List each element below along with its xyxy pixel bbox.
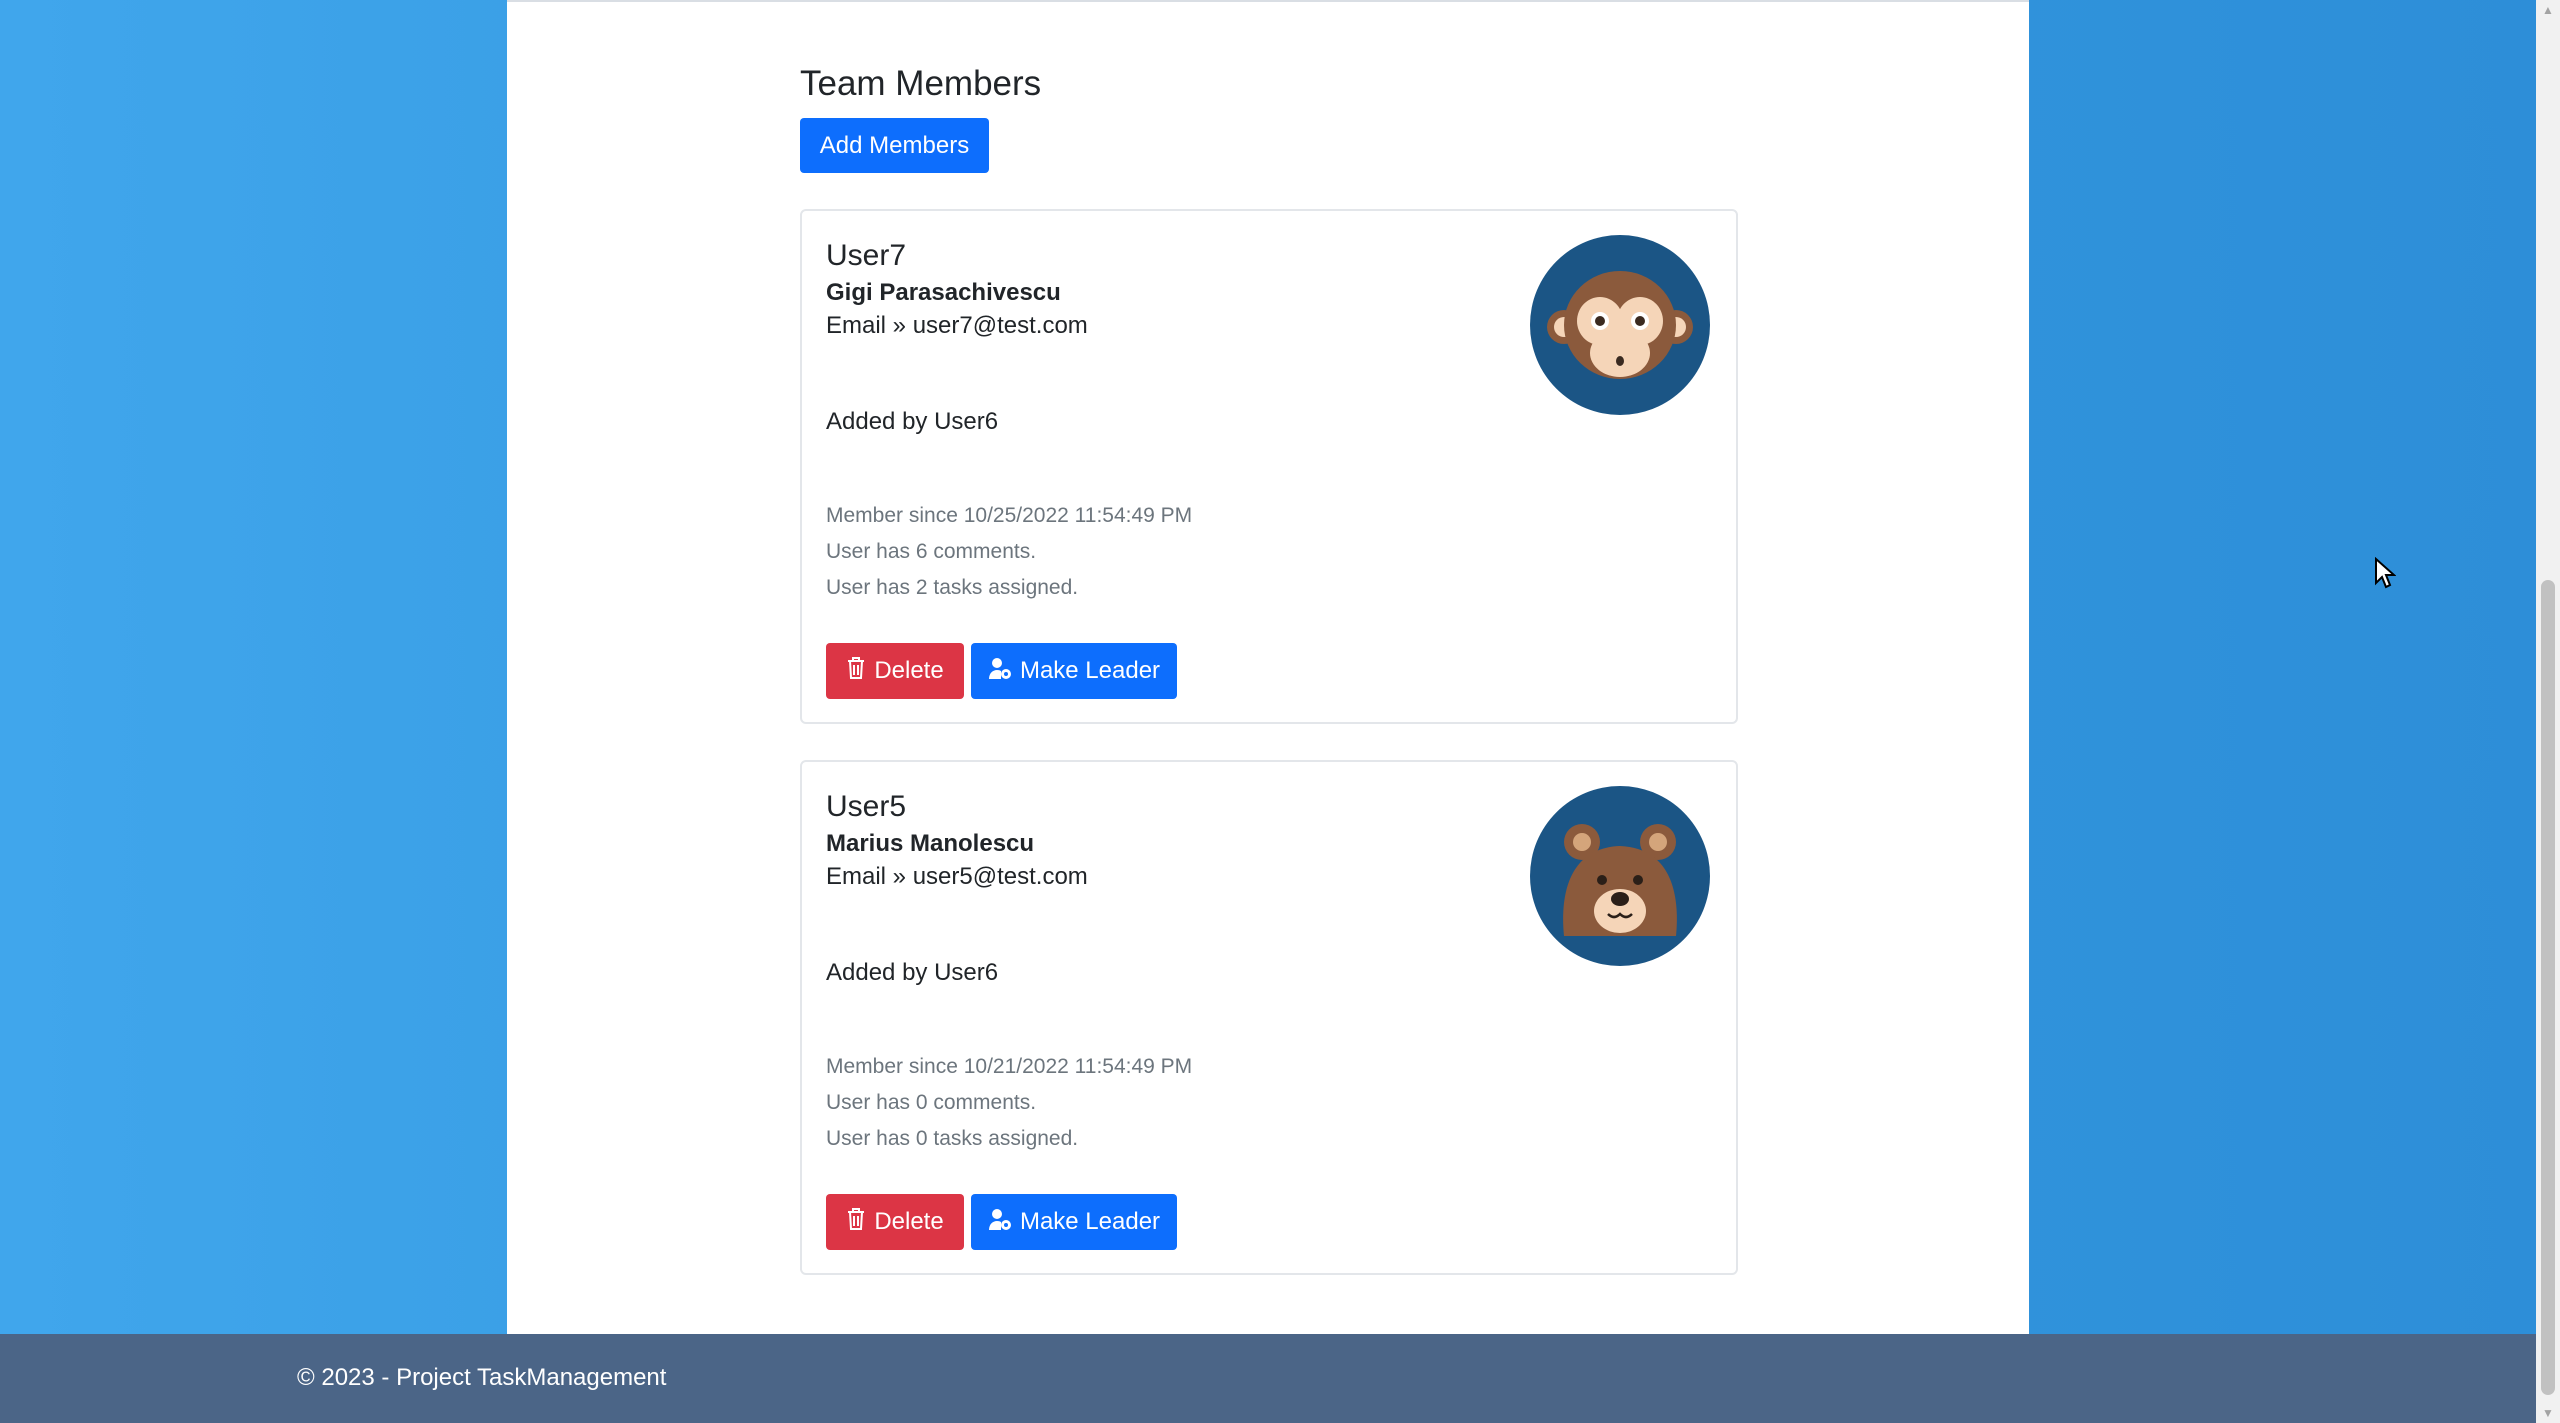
member-tasks-count: User has 2 tasks assigned.	[826, 576, 1079, 599]
trash-icon	[846, 656, 866, 687]
make-leader-button[interactable]: Make Leader	[971, 643, 1177, 699]
delete-button[interactable]: Delete	[826, 643, 964, 699]
member-comments-count: User has 6 comments.	[826, 540, 1037, 563]
page-title: Team Members	[800, 64, 1042, 103]
scroll-up-arrow-icon[interactable]: ▲	[2536, 0, 2560, 20]
member-username: User7	[826, 239, 907, 272]
mouse-cursor-icon	[2374, 556, 2397, 589]
delete-button-label: Delete	[874, 1208, 944, 1235]
member-username: User5	[826, 790, 907, 823]
member-tasks-count: User has 0 tasks assigned.	[826, 1127, 1079, 1150]
make-leader-label: Make Leader	[1019, 1208, 1161, 1235]
delete-button[interactable]: Delete	[826, 1194, 964, 1250]
member-card: User7 Gigi Parasachivescu Email » user7@…	[800, 209, 1738, 724]
member-comments-count: User has 0 comments.	[826, 1091, 1037, 1114]
member-email: Email » user7@test.com	[826, 312, 1088, 339]
scrollbar-thumb[interactable]	[2541, 580, 2555, 1395]
member-card: User5 Marius Manolescu Email » user5@tes…	[800, 760, 1738, 1275]
member-added-by: Added by User6	[826, 959, 999, 986]
trash-icon	[846, 1207, 866, 1238]
member-full-name: Gigi Parasachivescu	[826, 279, 1061, 306]
member-since: Member since 10/25/2022 11:54:49 PM	[826, 504, 1193, 527]
add-members-button[interactable]: Add Members	[800, 118, 989, 173]
vertical-scrollbar[interactable]: ▲ ▼	[2536, 0, 2560, 1423]
monkey-avatar-icon	[1530, 235, 1710, 415]
bear-avatar-icon	[1530, 786, 1710, 966]
make-leader-button[interactable]: Make Leader	[971, 1194, 1177, 1250]
member-email: Email » user5@test.com	[826, 863, 1088, 890]
main-content-panel: Team Members Add Members User7 Gigi Para…	[507, 0, 2029, 1336]
footer-copyright: © 2023 - Project TaskManagement	[297, 1364, 667, 1391]
footer: © 2023 - Project TaskManagement	[0, 1334, 2536, 1423]
member-added-by: Added by User6	[826, 408, 999, 435]
scroll-down-arrow-icon[interactable]: ▼	[2536, 1403, 2560, 1423]
make-leader-label: Make Leader	[1019, 657, 1161, 684]
member-full-name: Marius Manolescu	[826, 830, 1035, 857]
member-since: Member since 10/21/2022 11:54:49 PM	[826, 1055, 1193, 1078]
delete-button-label: Delete	[874, 657, 944, 684]
user-gear-icon	[988, 656, 1012, 687]
user-gear-icon	[988, 1207, 1012, 1238]
